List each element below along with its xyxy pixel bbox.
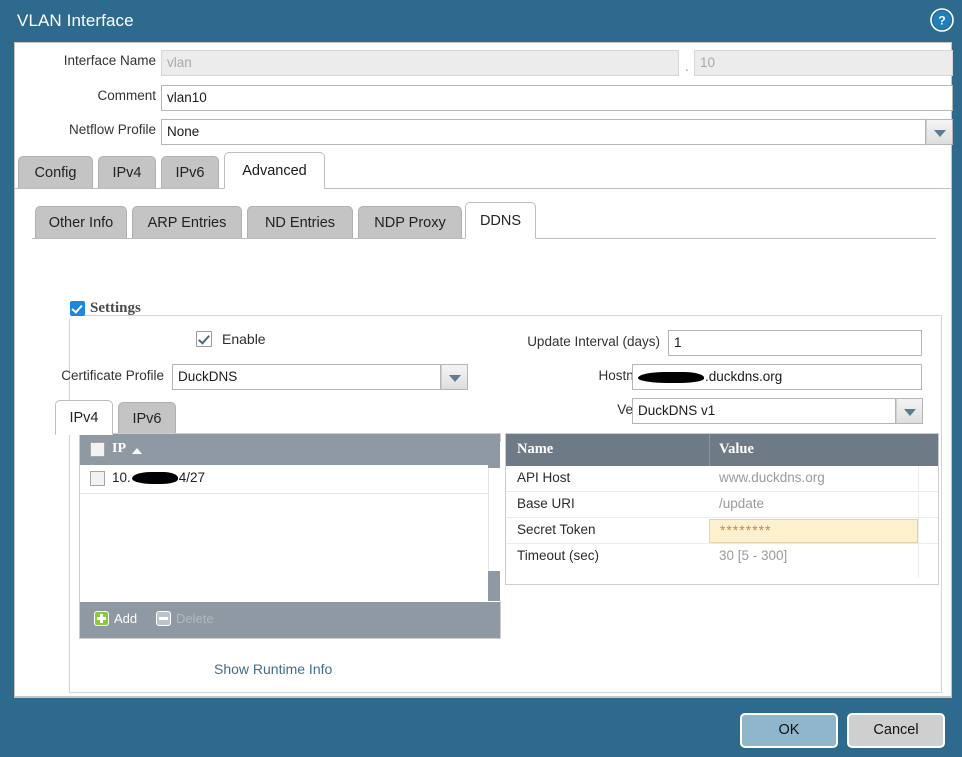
delete-ip-button: Delete [156,611,214,626]
tab-arp-entries[interactable]: ARP Entries [132,206,242,239]
ip-table-scrollbar-thumb-bottom[interactable] [488,571,500,601]
ip-row-value: 10. 4/27 [112,470,205,485]
dialog-titlebar: VLAN Interface ? [0,0,962,44]
ip-table-scrollbar-thumb-top[interactable] [488,442,500,468]
delete-ip-label: Delete [176,611,214,626]
settings-group-checkbox[interactable] [70,301,85,316]
subtab-ipv4[interactable]: IPv4 [55,400,113,435]
settings-group-label: Settings [90,300,141,317]
plus-icon [94,611,109,626]
ok-button[interactable]: OK [740,713,838,748]
ip-select-all-checkbox[interactable] [90,442,105,457]
netflow-profile-dropdown-button[interactable] [926,119,953,145]
parameter-value[interactable]: www.duckdns.org [709,470,825,485]
parameter-table-header: Name Value [506,434,938,466]
tab-other-info[interactable]: Other Info [35,206,127,239]
column-divider [709,434,710,466]
tab-ipv6[interactable]: IPv6 [161,156,219,189]
ip-address-table: IP 10.4/27 Add D [79,433,501,639]
table-row[interactable]: Base URI /update [506,492,938,518]
table-row[interactable]: Timeout (sec) 30 [5 - 300] [506,544,938,570]
certificate-profile-label: Certificate Profile [33,368,164,383]
add-ip-button[interactable]: Add [94,611,137,626]
tab-ndp-proxy[interactable]: NDP Proxy [358,206,462,239]
ip-table-toolbar: Add Delete [80,602,500,638]
add-ip-label: Add [114,611,137,626]
interface-vlan-tag-input[interactable]: 10 [694,50,953,76]
tab-advanced[interactable]: Advanced [224,152,325,189]
update-interval-input[interactable]: 1 [668,330,922,356]
hostname-value: .duckdns.org [705,369,782,384]
sort-ascending-icon[interactable] [132,448,142,454]
certificate-profile-dropdown-button[interactable] [441,364,468,390]
comment-row: Comment vlan10 [15,85,935,111]
outer-tab-underline-right [325,188,951,189]
interface-name-label: Interface Name [39,53,156,68]
subtab-ipv6[interactable]: IPv6 [118,402,176,435]
update-interval-label: Update Interval (days) [485,334,660,349]
netflow-profile-row: Netflow Profile None [15,119,935,145]
vlan-interface-dialog: VLAN Interface ? Interface Name vlan . 1… [0,0,962,757]
inner-tab-underline-right [536,238,936,239]
ip-redaction-mark [132,472,178,484]
interface-name-input[interactable]: vlan [161,50,679,76]
parameter-name: API Host [517,470,570,485]
tab-ipv4[interactable]: IPv4 [98,156,156,189]
parameter-value[interactable]: 30 [5 - 300] [709,548,787,563]
comment-label: Comment [39,88,156,103]
ip-row-checkbox[interactable] [90,471,105,486]
netflow-profile-label: Netflow Profile [39,122,156,137]
ip-prefix: 10. [112,470,131,485]
comment-input[interactable]: vlan10 [161,85,953,111]
netflow-profile-select[interactable]: None [161,119,926,145]
table-row[interactable]: API Host www.duckdns.org [506,466,938,492]
chevron-down-icon [449,375,461,382]
svg-text:?: ? [938,14,945,28]
vendor-dropdown-button[interactable] [896,398,923,424]
vendor-select[interactable]: DuckDNS v1 [632,398,896,424]
interface-name-separator: . [685,59,689,74]
ip-column-header: IP [112,441,126,457]
help-circle-icon[interactable]: ? [930,8,954,32]
table-row[interactable]: 10. 4/27 [80,465,500,494]
parameter-name: Timeout (sec) [517,548,599,563]
tab-ddns[interactable]: DDNS [465,202,536,239]
outer-tab-underline-left [15,188,224,189]
inner-tab-underline-left [32,238,465,239]
vendor-parameter-table: Name Value API Host www.duckdns.org Base… [505,433,939,585]
hostname-input[interactable]: .duckdns.org [632,364,922,390]
interface-name-row: Interface Name vlan . 10 [15,50,935,76]
secret-token-field[interactable]: ******** [709,519,918,543]
parameter-value-column-header: Value [719,441,754,458]
footer-divider [14,697,952,698]
parameter-name: Base URI [517,496,575,511]
ip-suffix: 4/27 [179,470,205,485]
hostname-redaction-mark [638,372,704,383]
cancel-button[interactable]: Cancel [847,713,945,748]
parameter-name-column-header: Name [517,441,553,458]
tab-config[interactable]: Config [18,156,93,189]
chevron-down-icon [934,130,946,137]
parameter-name: Secret Token [517,522,596,537]
show-runtime-info-link[interactable]: Show Runtime Info [214,661,332,677]
ip-table-header: IP [80,434,500,465]
page-title: VLAN Interface [17,11,134,31]
enable-label: Enable [222,331,266,347]
parameter-value[interactable]: /update [709,496,764,511]
dialog-body: Interface Name vlan . 10 Comment vlan10 … [14,42,952,697]
certificate-profile-select[interactable]: DuckDNS [172,364,441,390]
enable-checkbox[interactable] [196,331,212,347]
minus-icon [156,611,171,626]
table-row[interactable]: Secret Token ******** [506,518,938,544]
tab-nd-entries[interactable]: ND Entries [247,206,353,239]
ddns-settings-legend: Settings [68,299,76,319]
chevron-down-icon [904,409,916,416]
